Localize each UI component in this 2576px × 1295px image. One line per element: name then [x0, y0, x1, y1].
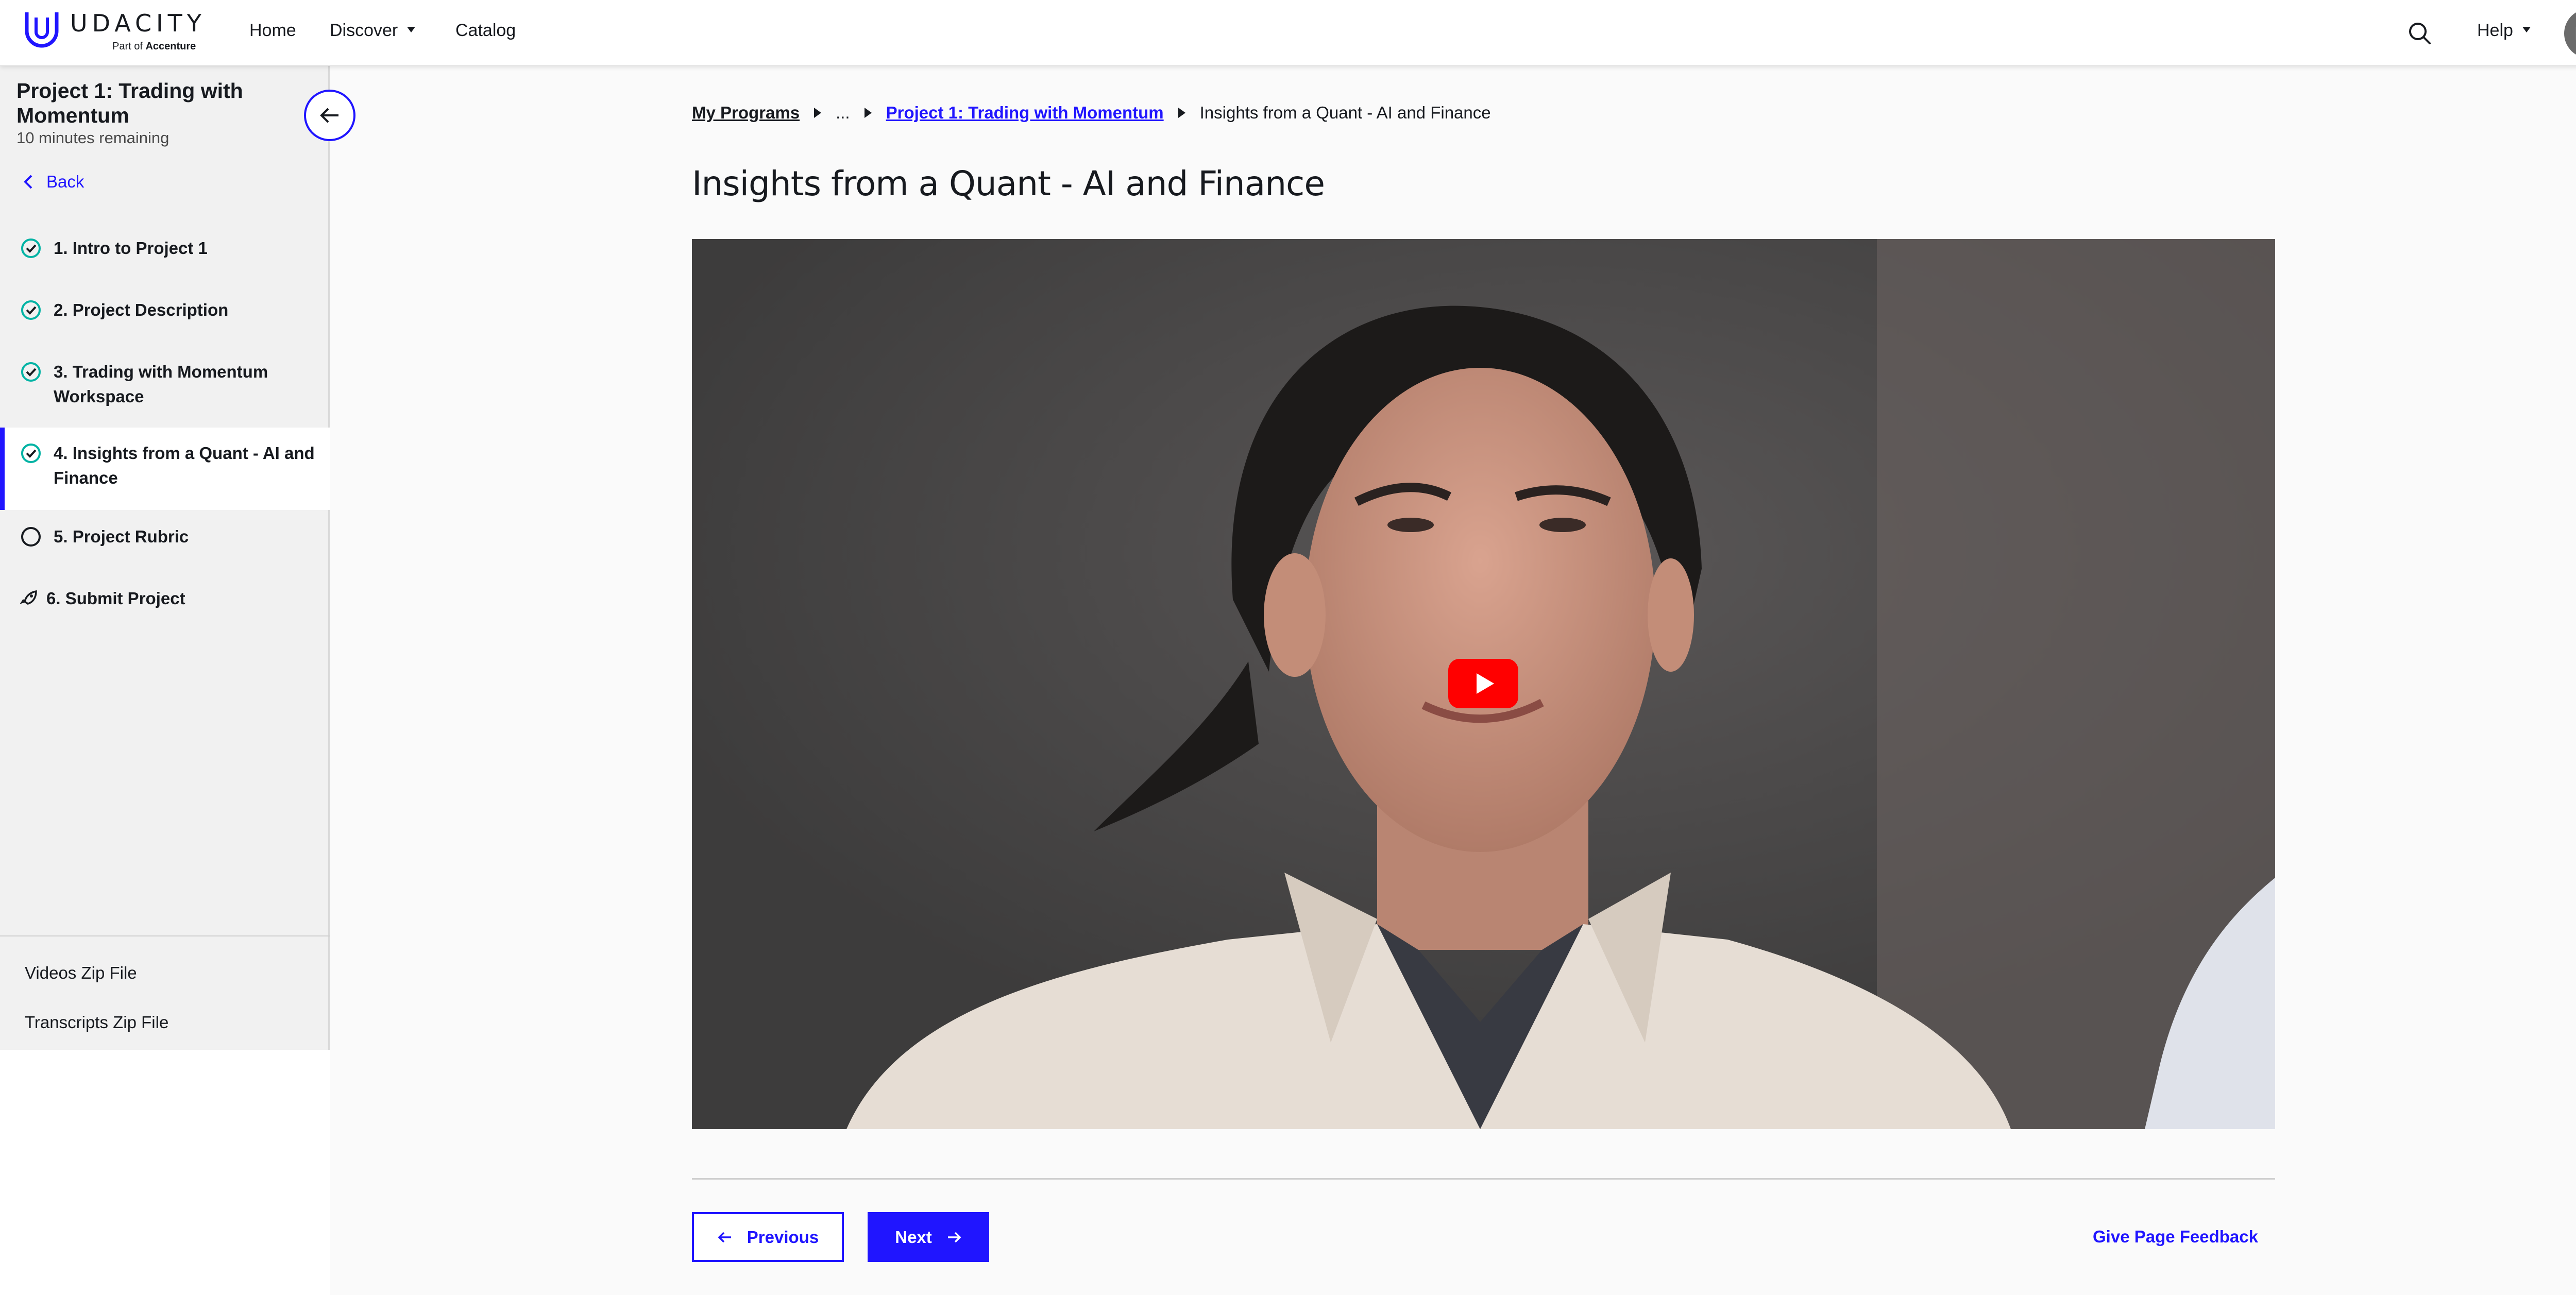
breadcrumb: My Programs ... Project 1: Trading with … [692, 103, 1491, 123]
lesson-item-4-active[interactable]: 4. Insights from a Quant - AI and Financ… [0, 428, 330, 510]
lesson-item-1[interactable]: 1. Intro to Project 1 [0, 236, 330, 261]
next-label: Next [895, 1227, 932, 1247]
lesson-item-5[interactable]: 5. Project Rubric [0, 524, 330, 549]
user-avatar[interactable]: HC [2564, 9, 2576, 58]
check-circle-icon [21, 362, 41, 382]
arrow-left-icon [718, 1232, 731, 1242]
content-divider [692, 1178, 2275, 1180]
time-remaining: 10 minutes remaining [16, 129, 170, 147]
lesson-label: 1. Intro to Project 1 [54, 238, 208, 258]
lesson-label: 3. Trading with Momentum Workspace [54, 362, 268, 406]
sidebar: Project 1: Trading with Momentum 10 minu… [0, 66, 330, 1050]
brand-subtitle: Part of Accenture [112, 41, 196, 52]
rocket-icon [20, 590, 37, 605]
page-title: Insights from a Quant - AI and Finance [692, 164, 1325, 203]
arrow-right-icon [947, 1232, 961, 1242]
search-icon[interactable] [2407, 21, 2433, 46]
breadcrumb-separator-icon [814, 108, 822, 118]
chevron-down-icon [407, 26, 416, 32]
next-button[interactable]: Next [868, 1212, 989, 1262]
check-circle-icon [21, 238, 41, 258]
udacity-logo-icon [25, 12, 59, 48]
previous-label: Previous [747, 1227, 819, 1247]
breadcrumb-my-programs[interactable]: My Programs [692, 103, 800, 123]
project-title: Project 1: Trading with Momentum [16, 79, 243, 127]
breadcrumb-current: Insights from a Quant - AI and Finance [1199, 103, 1491, 122]
lesson-item-2[interactable]: 2. Project Description [0, 298, 330, 322]
udacity-logo[interactable]: UDACITY Part of Accenture [24, 8, 209, 58]
arrow-left-icon [320, 108, 338, 123]
nav-help[interactable]: Help [2477, 21, 2531, 41]
back-label: Back [46, 172, 84, 191]
back-link[interactable]: Back [23, 172, 84, 192]
lesson-label: 2. Project Description [54, 300, 229, 319]
sidebar-divider [0, 935, 330, 936]
lesson-item-6[interactable]: 6. Submit Project [0, 586, 330, 611]
nav-home[interactable]: Home [249, 21, 296, 41]
previous-button[interactable]: Previous [692, 1212, 844, 1262]
lesson-item-3[interactable]: 3. Trading with Momentum Workspace [0, 360, 330, 409]
nav-catalog[interactable]: Catalog [455, 21, 516, 41]
lesson-label: 5. Project Rubric [54, 527, 189, 546]
breadcrumb-separator-icon [1178, 108, 1185, 118]
lesson-label: 6. Submit Project [46, 589, 185, 608]
breadcrumb-project[interactable]: Project 1: Trading with Momentum [886, 103, 1164, 123]
top-navigation-bar: UDACITY Part of Accenture Home Discover … [0, 0, 2576, 66]
chevron-down-icon [2522, 26, 2531, 32]
transcripts-zip-link[interactable]: Transcripts Zip File [25, 1013, 168, 1032]
collapse-sidebar-button[interactable] [304, 90, 355, 141]
breadcrumb-ellipsis[interactable]: ... [836, 103, 850, 123]
check-circle-icon [21, 444, 41, 463]
youtube-play-button[interactable] [1448, 659, 1518, 708]
nav-discover[interactable]: Discover [330, 21, 416, 41]
video-player[interactable] [692, 239, 2275, 1129]
lesson-label: 4. Insights from a Quant - AI and Financ… [54, 444, 315, 487]
brand-name: UDACITY [70, 9, 206, 37]
check-circle-icon [21, 300, 41, 320]
empty-circle-icon [21, 527, 41, 547]
videos-zip-link[interactable]: Videos Zip File [25, 963, 137, 983]
breadcrumb-separator-icon [864, 108, 872, 118]
give-feedback-link[interactable]: Give Page Feedback [2093, 1227, 2258, 1247]
chevron-left-icon [24, 175, 32, 189]
sidebar-bottom-space [0, 1050, 330, 1295]
